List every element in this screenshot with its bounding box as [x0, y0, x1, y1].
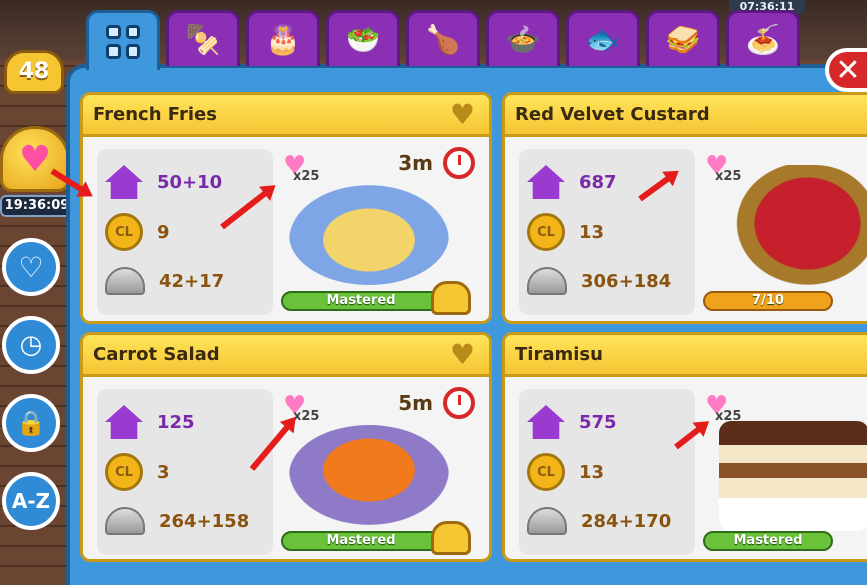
recipe-coins: 13 — [579, 461, 605, 483]
mastery-progress-bar: Mastered — [703, 531, 833, 551]
cook-clock-icon — [443, 147, 475, 179]
recipe-xp: 50+10 — [157, 171, 223, 193]
heart-icon: ♥ — [18, 138, 52, 180]
clock-icon: ◷ — [19, 330, 43, 360]
mastery-progress-bar: Mastered — [281, 291, 441, 311]
close-icon: ✕ — [835, 52, 861, 88]
category-tabs: 🍢 🎂 🥗 🍗 🍲 🐟 🥪 🍝 — [86, 10, 800, 70]
recipe-card[interactable]: Red Velvet Custard 687 CL 13 306+184 ♥ x2… — [502, 92, 867, 324]
recipe-coins: 9 — [157, 221, 170, 243]
coin-icon: CL — [527, 213, 565, 251]
sort-az-button[interactable]: A-Z — [2, 472, 60, 530]
hearts-bell-button[interactable]: ♥ — [0, 126, 70, 192]
xp-icon — [105, 165, 143, 199]
tab-pasta[interactable]: 🍝 — [726, 10, 800, 66]
hearts-multiplier: x25 — [293, 169, 320, 184]
soup-icon: 🍲 — [505, 23, 541, 56]
pasta-icon: 🍝 — [745, 23, 781, 56]
cloche-icon — [105, 507, 145, 535]
cloche-icon — [527, 507, 567, 535]
xp-icon — [105, 405, 143, 439]
cook-time: 3m — [398, 151, 433, 175]
progress-bar: 7/10 — [703, 291, 833, 311]
cloche-icon — [105, 267, 145, 295]
favorites-filter-button[interactable]: ♡ — [2, 238, 60, 296]
player-level-badge[interactable]: 48 — [4, 50, 64, 94]
tab-soups[interactable]: 🍲 — [486, 10, 560, 66]
xp-icon — [527, 405, 565, 439]
recipe-coins: 13 — [579, 221, 605, 243]
recipe-xp: 687 — [579, 171, 617, 193]
coin-icon: CL — [105, 213, 143, 251]
tab-desserts[interactable]: 🎂 — [246, 10, 320, 66]
salad-icon: 🥗 — [345, 23, 381, 56]
mastery-progress-bar: Mastered — [281, 531, 441, 551]
tab-meat[interactable]: 🍗 — [406, 10, 480, 66]
recipe-title: Carrot Salad — [93, 344, 220, 365]
tab-all[interactable] — [86, 10, 160, 70]
recipe-stats: 50+10 CL 9 42+17 — [97, 149, 273, 315]
coin-icon: CL — [527, 453, 565, 491]
time-filter-button[interactable]: ◷ — [2, 316, 60, 374]
tab-salads[interactable]: 🥗 — [326, 10, 400, 66]
grid-icon — [106, 24, 140, 59]
recipe-coins: 3 — [157, 461, 170, 483]
recipe-stats: 575 CL 13 284+170 — [519, 389, 695, 555]
recipe-title: Red Velvet Custard — [515, 104, 710, 125]
tab-appetizers[interactable]: 🍢 — [166, 10, 240, 66]
recipe-title: Tiramisu — [515, 344, 603, 365]
sandwich-icon: 🥪 — [665, 23, 701, 56]
recipe-card-header: Tiramisu — [505, 335, 867, 377]
recipe-card-header: Red Velvet Custard — [505, 95, 867, 137]
recipe-stats: 125 CL 3 264+158 — [97, 389, 273, 555]
recipe-servings: 264+158 — [159, 510, 250, 532]
recipe-xp: 575 — [579, 411, 617, 433]
carrot-salad-dish-image — [289, 425, 449, 525]
cloche-icon — [527, 267, 567, 295]
recipe-card[interactable]: French Fries ♥ 50+10 CL 9 42+17 ♥ x25 3m … — [80, 92, 492, 324]
hearts-reward: ♥ x25 — [283, 151, 331, 191]
appetizer-icon: 🍢 — [185, 23, 221, 56]
recipe-card-header: Carrot Salad ♥ — [83, 335, 489, 377]
tiramisu-dish-image — [719, 421, 867, 531]
lock-icon: 🔒 — [16, 409, 46, 437]
french-fries-dish-image — [289, 185, 449, 285]
hearts-multiplier: x25 — [715, 169, 742, 184]
recipe-card-header: French Fries ♥ — [83, 95, 489, 137]
chef-hat-icon — [431, 521, 471, 555]
cook-time: 5m — [398, 391, 433, 415]
favorite-heart-icon[interactable]: ♥ — [450, 338, 475, 371]
heart-outline-icon: ♡ — [18, 250, 44, 284]
drumstick-icon: 🍗 — [425, 23, 461, 56]
tab-fish[interactable]: 🐟 — [566, 10, 640, 66]
recipe-servings: 306+184 — [581, 270, 672, 292]
cook-clock-icon — [443, 387, 475, 419]
recipe-servings: 42+17 — [159, 270, 225, 292]
chef-hat-icon — [431, 281, 471, 315]
cake-icon: 🎂 — [265, 23, 301, 56]
coin-icon: CL — [105, 453, 143, 491]
recipe-card[interactable]: Tiramisu 575 CL 13 284+170 ♥ x25 Mastered — [502, 332, 867, 562]
red-velvet-custard-dish-image — [725, 165, 867, 295]
sort-az-label: A-Z — [11, 489, 51, 513]
bell-timer: 19:36:09 — [0, 195, 74, 217]
close-button[interactable]: ✕ — [825, 48, 867, 92]
recipe-title: French Fries — [93, 104, 217, 125]
locked-filter-button[interactable]: 🔒 — [2, 394, 60, 452]
favorite-heart-icon[interactable]: ♥ — [450, 98, 475, 131]
tab-sandwiches[interactable]: 🥪 — [646, 10, 720, 66]
recipe-servings: 284+170 — [581, 510, 672, 532]
recipe-card[interactable]: Carrot Salad ♥ 125 CL 3 264+158 ♥ x25 5m … — [80, 332, 492, 562]
recipe-xp: 125 — [157, 411, 195, 433]
fish-icon: 🐟 — [585, 23, 621, 56]
xp-icon — [527, 165, 565, 199]
